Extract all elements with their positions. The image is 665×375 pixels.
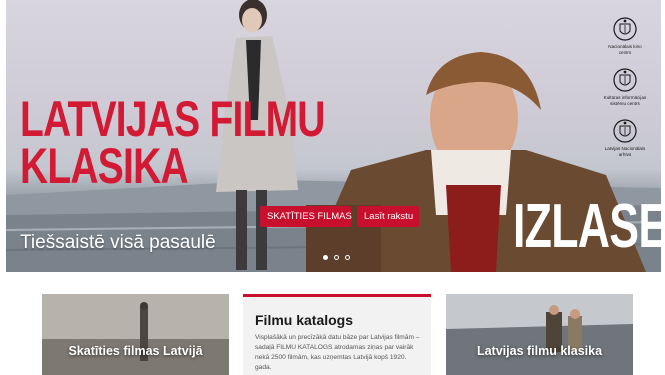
card-image-watch: [42, 294, 229, 375]
card-watch-in-latvia[interactable]: Skatīties filmas Latvijā: [42, 294, 229, 375]
slider-dot-1[interactable]: [323, 255, 328, 260]
card-image-classics: [446, 294, 633, 375]
watch-films-button[interactable]: SKATĪTIES FILMAS: [260, 206, 352, 227]
card-film-catalog[interactable]: Filmu katalogs Visplašākā un precīzākā d…: [243, 294, 431, 375]
logo-text: Nacionālais kino centrs: [608, 44, 642, 55]
card-label: Latvijas filmu klasika: [476, 344, 603, 358]
card-latvian-film-classics[interactable]: Latvijas filmu klasika: [446, 294, 633, 375]
hero-slider[interactable]: LATVIJAS FILMU KLASIKA Tiešsaistē visā p…: [6, 0, 661, 272]
card-description: Visplašākā un precīzākā datu bāze par La…: [255, 334, 420, 371]
logo-kulturas-informacijas-sistemu-centrs[interactable]: Kultūras informācijas sistēmu centrs: [596, 67, 654, 106]
coat-of-arms-icon: [613, 119, 637, 143]
card-label: Skatīties filmas Latvijā: [68, 344, 203, 358]
card-title: Filmu katalogs: [255, 312, 354, 328]
logo-text: Kultūras informācijas sistēmu centrs: [603, 95, 647, 106]
logo-latvijas-nacionalais-arhivs[interactable]: Latvijas Nacionālais arhīvs: [596, 118, 654, 157]
slider-dot-2[interactable]: [334, 255, 339, 260]
hero-title-line1: LATVIJAS FILMU: [20, 91, 325, 147]
read-article-button[interactable]: Lasīt rakstu: [357, 206, 419, 227]
slider-dots: [323, 255, 350, 260]
coat-of-arms-icon: [613, 68, 637, 92]
feature-cards: Skatīties filmas Latvijā Filmu katalogs …: [0, 272, 665, 375]
hero-subtitle: Tiešsaistē visā pasaulē: [20, 232, 216, 253]
logo-text: Latvijas Nacionālais arhīvs: [604, 146, 646, 157]
hero-title-line2: KLASIKA: [20, 138, 189, 194]
slider-dot-3[interactable]: [345, 255, 350, 260]
coat-of-arms-icon: [613, 17, 637, 41]
izlase-heading: IZLASE: [513, 192, 661, 261]
hero-title: LATVIJAS FILMU KLASIKA: [20, 91, 325, 194]
partner-logos: Nacionālais kino centrs Kultūras informāc…: [596, 16, 654, 169]
logo-nacionalais-kino-centrs[interactable]: Nacionālais kino centrs: [596, 16, 654, 55]
